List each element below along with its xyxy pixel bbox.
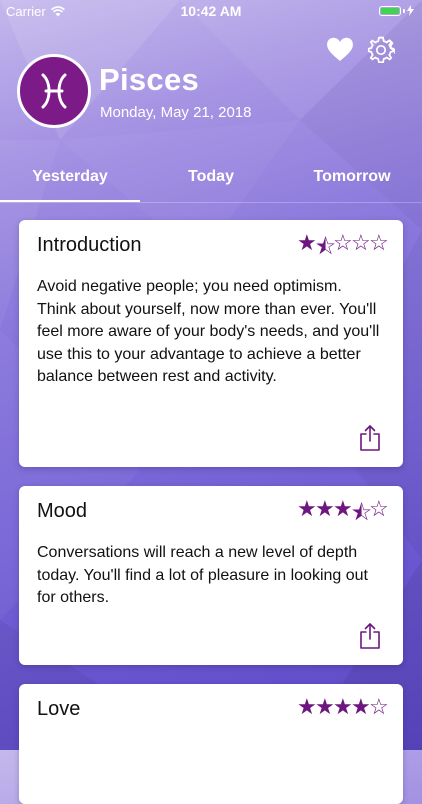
zodiac-avatar xyxy=(17,54,91,128)
card-introduction: Introduction ★ ⯪ ☆ ☆ ☆ Avoid negative pe… xyxy=(19,220,403,467)
card-title: Introduction xyxy=(37,234,142,256)
favorite-heart-icon[interactable] xyxy=(326,37,354,62)
horoscope-date: Monday, May 21, 2018 xyxy=(100,104,252,121)
star-rating: ★ ★ ★ ★ ☆ xyxy=(297,694,390,720)
star-icon: ☆ xyxy=(369,694,390,719)
star-icon: ★ xyxy=(315,694,336,719)
star-icon: ★ xyxy=(333,496,354,521)
star-icon: ☆ xyxy=(369,496,390,521)
tab-today[interactable]: Today xyxy=(140,168,282,186)
card-title: Mood xyxy=(37,500,88,522)
card-body-text: Avoid negative people; you need optimism… xyxy=(37,278,380,385)
card-body-text: Conversations will reach a new level of … xyxy=(37,544,368,606)
star-rating: ★ ★ ★ ⯪ ☆ xyxy=(297,496,390,534)
share-icon[interactable] xyxy=(359,425,381,451)
star-icon: ★ xyxy=(297,230,318,255)
share-icon[interactable] xyxy=(359,623,381,649)
day-tabs: Yesterday Today Tomorrow xyxy=(0,160,422,204)
tab-tomorrow[interactable]: Tomorrow xyxy=(282,168,422,186)
card-mood: Mood ★ ★ ★ ⯪ ☆ Conversations will reach … xyxy=(19,486,403,665)
status-bar: Carrier 10:42 AM xyxy=(0,0,422,22)
star-rating: ★ ⯪ ☆ ☆ ☆ xyxy=(297,230,390,268)
settings-gear-icon[interactable] xyxy=(367,36,395,64)
star-icon: ☆ xyxy=(333,230,354,255)
star-icon: ★ xyxy=(315,496,336,521)
tab-yesterday[interactable]: Yesterday xyxy=(0,168,140,186)
card-title: Love xyxy=(37,698,81,720)
star-icon: ☆ xyxy=(369,230,390,255)
star-icon: ⯪ xyxy=(351,500,373,525)
star-icon: ★ xyxy=(297,694,318,719)
star-icon: ⯪ xyxy=(315,234,337,259)
tabs-divider xyxy=(0,202,422,203)
star-icon: ★ xyxy=(297,496,318,521)
status-time: 10:42 AM xyxy=(180,3,242,19)
star-icon: ★ xyxy=(333,694,354,719)
star-icon: ★ xyxy=(351,694,372,719)
sign-name: Pisces xyxy=(99,62,200,97)
charging-bolt-icon xyxy=(407,5,414,16)
pisces-symbol-icon xyxy=(41,73,67,109)
battery-icon xyxy=(379,5,414,16)
star-icon: ☆ xyxy=(351,230,372,255)
card-love: Love ★ ★ ★ ★ ☆ xyxy=(19,684,403,804)
